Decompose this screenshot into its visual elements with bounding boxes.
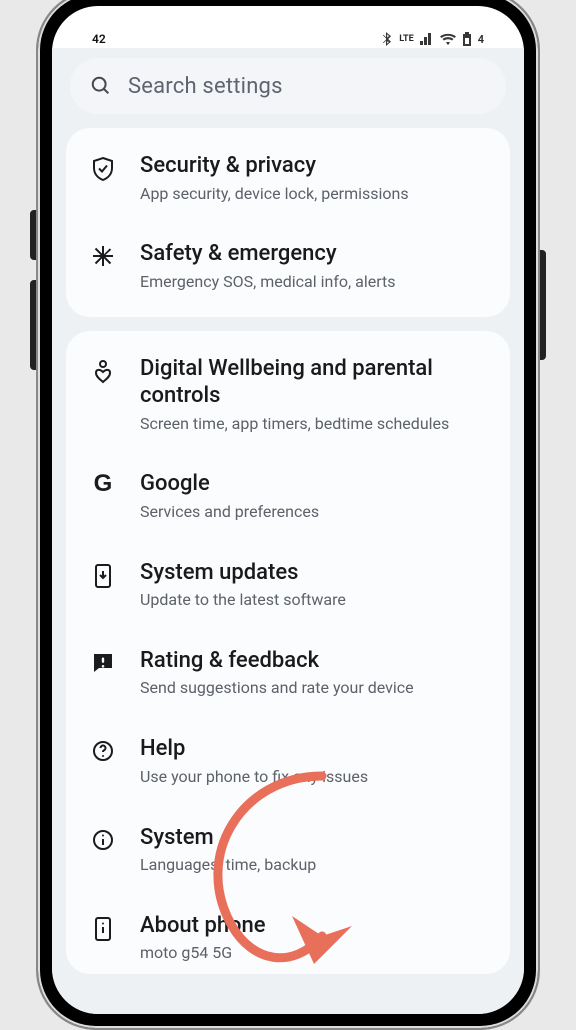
settings-group: Security & privacy App security, device … <box>66 128 510 317</box>
google-icon: G <box>88 470 118 498</box>
wellbeing-icon <box>88 355 118 385</box>
search-icon <box>90 75 112 97</box>
asterisk-icon <box>88 240 118 268</box>
signal-icon <box>420 33 434 45</box>
shield-icon <box>88 152 118 182</box>
setting-security-privacy[interactable]: Security & privacy App security, device … <box>66 134 510 222</box>
status-right-icons: LTE 4 <box>383 32 484 46</box>
feedback-icon <box>88 647 118 675</box>
setting-system[interactable]: System Languages, time, backup <box>66 806 510 894</box>
setting-rating-feedback[interactable]: Rating & feedback Send suggestions and r… <box>66 629 510 717</box>
settings-group: Digital Wellbeing and parental controls … <box>66 331 510 975</box>
setting-title: Safety & emergency <box>140 240 488 268</box>
battery-icon <box>462 32 472 46</box>
setting-title: Rating & feedback <box>140 647 488 675</box>
search-placeholder: Search settings <box>128 74 283 99</box>
setting-subtitle: Emergency SOS, medical info, alerts <box>140 272 488 293</box>
screen: 42 LTE 4 <box>52 6 524 1014</box>
setting-subtitle: Update to the latest software <box>140 590 488 611</box>
phone-info-icon <box>88 912 118 942</box>
download-phone-icon <box>88 559 118 589</box>
setting-safety-emergency[interactable]: Safety & emergency Emergency SOS, medica… <box>66 222 510 310</box>
setting-subtitle: Use your phone to fix any issues <box>140 767 488 788</box>
setting-subtitle: Screen time, app timers, bedtime schedul… <box>140 414 488 435</box>
phone-side-button <box>540 250 546 360</box>
setting-title: System <box>140 824 488 852</box>
setting-title: Digital Wellbeing and parental controls <box>140 355 488 410</box>
phone-frame: 42 LTE 4 <box>36 0 540 1030</box>
status-time: 42 <box>92 32 106 46</box>
setting-digital-wellbeing[interactable]: Digital Wellbeing and parental controls … <box>66 337 510 453</box>
setting-subtitle: Languages, time, backup <box>140 855 488 876</box>
status-bar: 42 LTE 4 <box>52 30 524 48</box>
setting-system-updates[interactable]: System updates Update to the latest soft… <box>66 541 510 629</box>
lte-label: LTE <box>399 34 414 44</box>
setting-title: Google <box>140 470 488 498</box>
search-bar[interactable]: Search settings <box>70 58 506 114</box>
setting-about-phone[interactable]: About phone moto g54 5G <box>66 894 510 968</box>
setting-title: System updates <box>140 559 488 587</box>
setting-title: About phone <box>140 912 488 940</box>
setting-subtitle: moto g54 5G <box>140 943 488 964</box>
status-extra: 4 <box>478 33 484 46</box>
setting-subtitle: Services and preferences <box>140 502 488 523</box>
setting-subtitle: Send suggestions and rate your device <box>140 678 488 699</box>
settings-content: Search settings Security & privacy App s… <box>52 48 524 1014</box>
info-icon <box>88 824 118 852</box>
setting-help[interactable]: Help Use your phone to fix any issues <box>66 717 510 805</box>
help-icon <box>88 735 118 763</box>
bluetooth-icon <box>383 32 393 46</box>
setting-subtitle: App security, device lock, permissions <box>140 184 488 205</box>
setting-google[interactable]: G Google Services and preferences <box>66 452 510 540</box>
wifi-icon <box>440 33 456 45</box>
setting-title: Security & privacy <box>140 152 488 180</box>
setting-title: Help <box>140 735 488 763</box>
